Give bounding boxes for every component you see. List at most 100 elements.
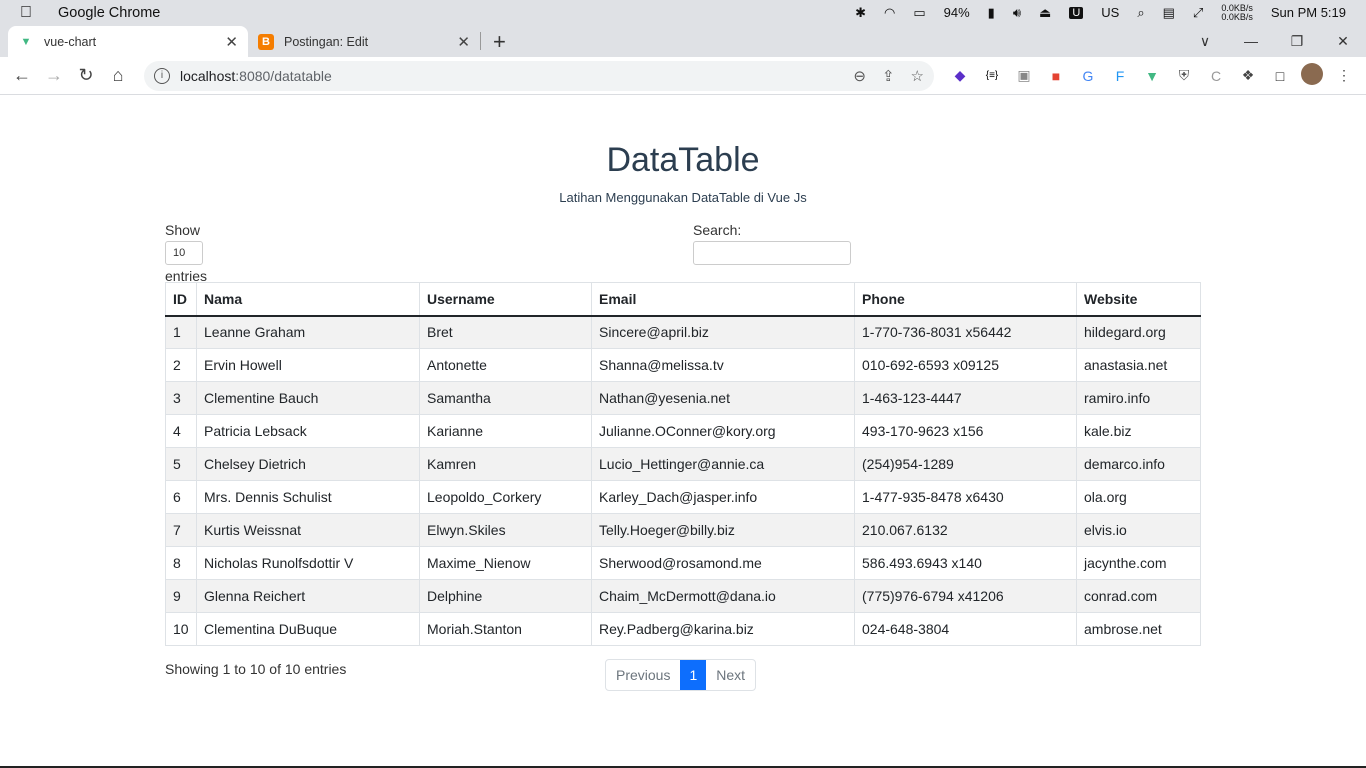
cell-email: Rey.Padberg@karina.biz bbox=[591, 612, 855, 646]
url-path: :8080/datatable bbox=[235, 67, 332, 84]
page-subtitle: Latihan Menggunakan DataTable di Vue Js bbox=[559, 190, 807, 205]
next-page-button[interactable]: Next bbox=[706, 660, 755, 690]
cell-email: Julianne.OConner@kory.org bbox=[591, 414, 855, 448]
cell-username: Elwyn.Skiles bbox=[419, 513, 592, 547]
home-icon[interactable]: ⌂ bbox=[102, 65, 134, 86]
tab-vue-chart[interactable]: ▼ vue-chart ✕ bbox=[8, 26, 248, 57]
wifi-icon[interactable]: ◠ bbox=[884, 5, 895, 21]
volume-icon[interactable]: 🔊︎ bbox=[1013, 5, 1021, 21]
cell-website: conrad.com bbox=[1076, 579, 1201, 613]
side-panel-icon[interactable]: □ bbox=[1264, 68, 1296, 84]
table-row: 7 Kurtis Weissnat Elwyn.Skiles Telly.Hoeger… bbox=[165, 513, 1201, 547]
c-extension-icon[interactable]: C bbox=[1200, 68, 1232, 84]
cell-nama: Glenna Reichert bbox=[196, 579, 420, 613]
fi-extension-icon[interactable]: F bbox=[1104, 68, 1136, 84]
eject-icon[interactable]: ⏏ bbox=[1039, 5, 1051, 21]
display-icon[interactable]: ▭ bbox=[913, 5, 925, 21]
cell-username: Moriah.Stanton bbox=[419, 612, 592, 646]
column-header-nama[interactable]: Nama bbox=[196, 282, 420, 317]
shield-icon[interactable]: ⛨ bbox=[1168, 67, 1200, 84]
entries-length-select[interactable]: 10 bbox=[165, 241, 203, 265]
cell-nama: Patricia Lebsack bbox=[196, 414, 420, 448]
cell-website: ambrose.net bbox=[1076, 612, 1201, 646]
tab-search-icon[interactable]: ∨ bbox=[1182, 33, 1228, 50]
expand-icon[interactable]: ⤢ bbox=[1193, 5, 1203, 21]
extensions-area: ◆ {≡} ▣ ■ G F ▼ ⛨ C ❖ □ ⋮ bbox=[944, 63, 1360, 88]
new-tab-button[interactable]: + bbox=[493, 29, 506, 55]
column-header-id[interactable]: ID bbox=[165, 282, 197, 317]
browser-toolbar: ← → ↻ ⌂ i localhost :8080/datatable ⊖ ⇪ … bbox=[0, 57, 1366, 95]
vue-devtools-icon[interactable]: ▼ bbox=[1136, 68, 1168, 84]
tab-separator bbox=[480, 32, 481, 50]
url-host: localhost bbox=[180, 67, 236, 84]
column-header-website[interactable]: Website bbox=[1076, 282, 1201, 317]
active-app-name[interactable]: Google Chrome bbox=[58, 5, 160, 21]
menu-kebab-icon[interactable]: ⋮ bbox=[1328, 67, 1360, 84]
battery-icon[interactable]: ▮ bbox=[988, 5, 995, 21]
previous-page-button[interactable]: Previous bbox=[606, 660, 680, 690]
profile-avatar[interactable] bbox=[1296, 63, 1328, 88]
tab-title: Postingan: Edit bbox=[284, 34, 369, 49]
cell-nama: Ervin Howell bbox=[196, 348, 420, 382]
cell-id: 1 bbox=[165, 315, 197, 349]
extensions-puzzle-icon[interactable]: ❖ bbox=[1232, 67, 1264, 84]
cell-username: Karianne bbox=[419, 414, 592, 448]
entries-length-control: Show 10 entries bbox=[165, 222, 207, 284]
show-label: Show bbox=[165, 222, 201, 238]
camera-icon[interactable]: ▣ bbox=[1008, 67, 1040, 84]
close-tab-icon[interactable]: ✕ bbox=[457, 33, 470, 51]
cell-website: kale.biz bbox=[1076, 414, 1201, 448]
zoom-out-icon[interactable]: ⊖ bbox=[853, 67, 866, 85]
control-center-icon[interactable]: ▤ bbox=[1163, 5, 1175, 21]
minimize-icon[interactable]: — bbox=[1228, 33, 1274, 49]
search-label: Search: bbox=[693, 222, 742, 238]
table-row: 8 Nicholas Runolfsdottir V Maxime_Nienow Sh… bbox=[165, 546, 1201, 580]
bluetooth-icon[interactable]: ✱ bbox=[855, 5, 866, 21]
cell-username: Bret bbox=[419, 315, 592, 349]
cell-username: Kamren bbox=[419, 447, 592, 481]
search-input[interactable] bbox=[693, 241, 851, 265]
bookmark-star-icon[interactable]: ☆ bbox=[911, 67, 924, 85]
share-icon[interactable]: ⇪ bbox=[882, 67, 895, 85]
cell-website: elvis.io bbox=[1076, 513, 1201, 547]
cell-nama: Nicholas Runolfsdottir V bbox=[196, 546, 420, 580]
clock[interactable]: Sun PM 5:19 bbox=[1271, 5, 1346, 20]
pagination: Previous 1 Next bbox=[605, 659, 757, 691]
close-tab-icon[interactable]: ✕ bbox=[225, 33, 238, 51]
page-title: DataTable bbox=[606, 141, 760, 179]
extension-badge-icon[interactable]: ◆ bbox=[944, 67, 976, 84]
spotlight-icon[interactable]: ⌕ bbox=[1137, 5, 1144, 21]
reload-icon[interactable]: ↻ bbox=[70, 65, 102, 86]
cell-phone: 1-770-736-8031 x56442 bbox=[854, 315, 1077, 349]
data-table: ID Nama Username Email Phone Website 1 Le… bbox=[165, 282, 1201, 646]
column-header-username[interactable]: Username bbox=[419, 282, 592, 317]
cell-id: 5 bbox=[165, 447, 197, 481]
input-source[interactable]: US bbox=[1101, 5, 1119, 20]
column-header-email[interactable]: Email bbox=[591, 282, 855, 317]
json-viewer-icon[interactable]: {≡} bbox=[976, 70, 1008, 81]
cell-username: Leopoldo_Corkery bbox=[419, 480, 592, 514]
cell-phone: 586.493.6943 x140 bbox=[854, 546, 1077, 580]
cell-email: Chaim_McDermott@dana.io bbox=[591, 579, 855, 613]
table-row: 1 Leanne Graham Bret Sincere@april.biz 1-770… bbox=[165, 315, 1201, 349]
forward-icon[interactable]: → bbox=[38, 65, 70, 86]
battery-percent[interactable]: 94% bbox=[944, 5, 970, 20]
tab-postingan-edit[interactable]: B Postingan: Edit ✕ bbox=[248, 26, 480, 57]
net-down: 0.0KB/s bbox=[1221, 11, 1253, 22]
google-translate-icon[interactable]: G bbox=[1072, 68, 1104, 84]
cell-phone: 024-648-3804 bbox=[854, 612, 1077, 646]
back-icon[interactable]: ← bbox=[6, 65, 38, 86]
address-bar[interactable]: i localhost :8080/datatable ⊖ ⇪ ☆ bbox=[144, 60, 934, 91]
restore-icon[interactable]: ❐ bbox=[1274, 33, 1320, 50]
site-info-icon[interactable]: i bbox=[154, 67, 170, 84]
input-method-icon[interactable]: U bbox=[1069, 6, 1084, 19]
table-row: 6 Mrs. Dennis Schulist Leopoldo_Corkery Kar… bbox=[165, 480, 1201, 514]
column-header-phone[interactable]: Phone bbox=[854, 282, 1077, 317]
todoist-icon[interactable]: ■ bbox=[1040, 68, 1072, 84]
page-1-button[interactable]: 1 bbox=[680, 660, 707, 690]
cell-website: ola.org bbox=[1076, 480, 1201, 514]
table-row: 3 Clementine Bauch Samantha Nathan@yesenia.… bbox=[165, 381, 1201, 415]
close-window-icon[interactable]: ✕ bbox=[1320, 33, 1366, 50]
cell-website: ramiro.info bbox=[1076, 381, 1201, 415]
apple-icon[interactable]:  bbox=[20, 4, 44, 22]
